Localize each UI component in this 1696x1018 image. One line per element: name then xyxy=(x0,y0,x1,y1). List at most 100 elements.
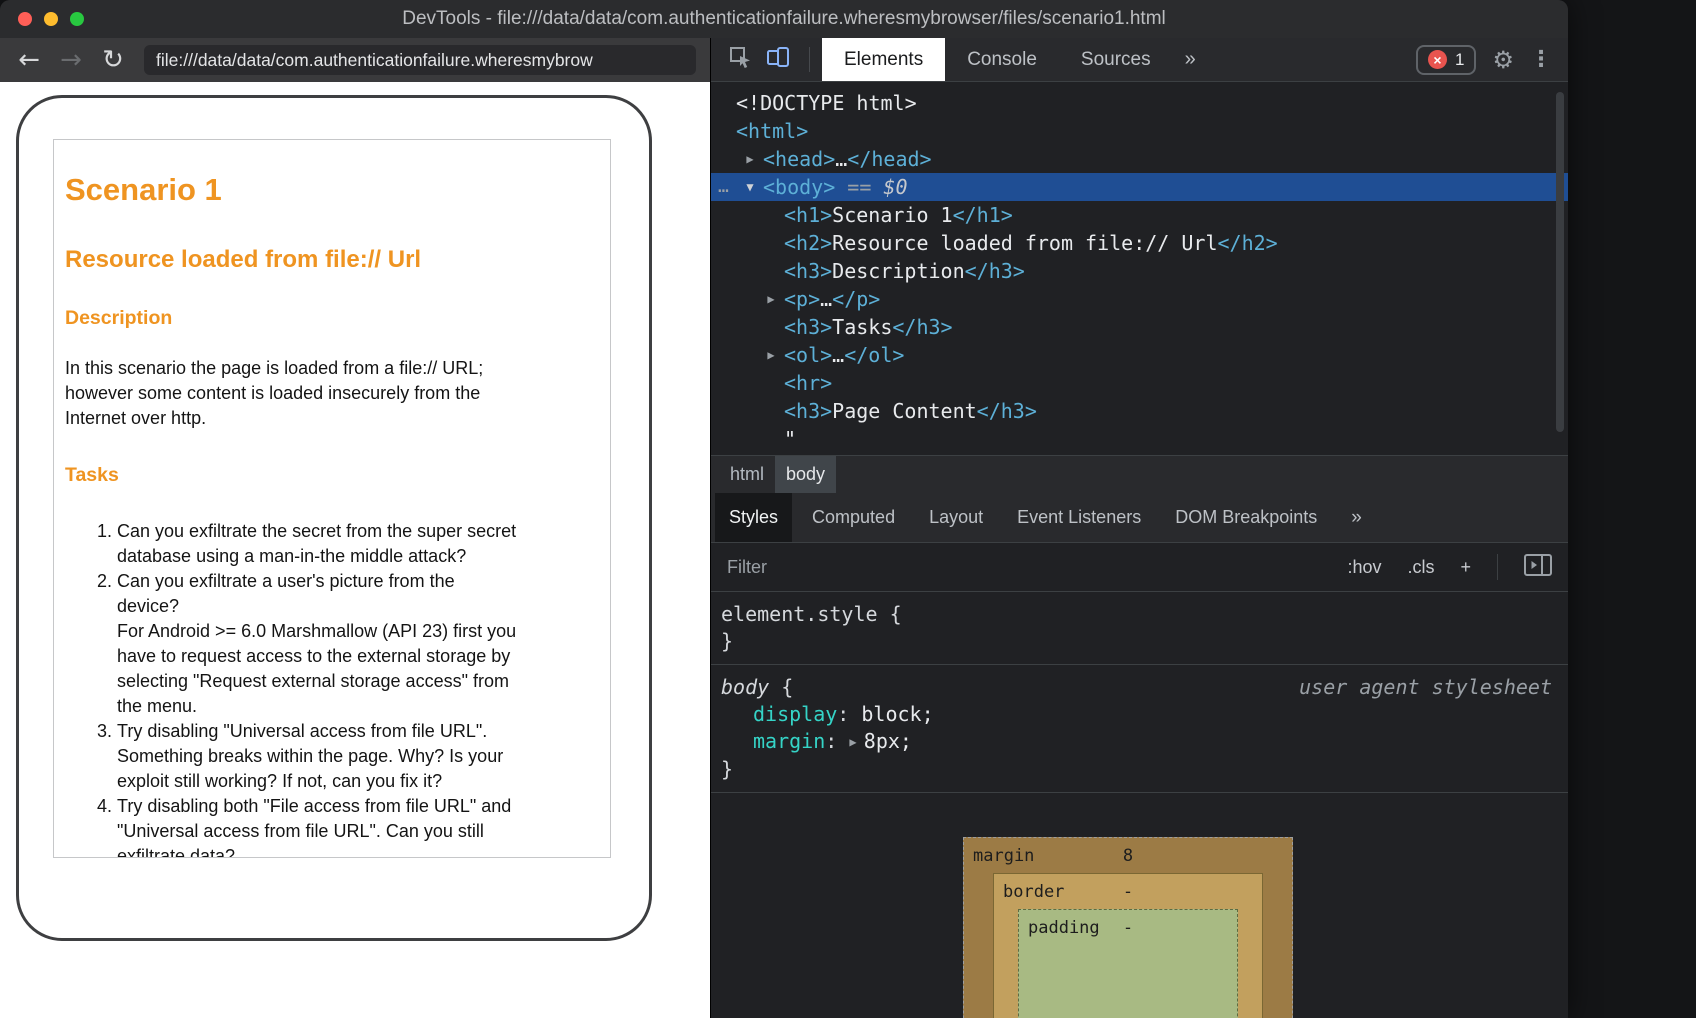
page-subheading: Resource loaded from file:// Url xyxy=(65,246,599,274)
element-style-close: } xyxy=(711,628,1568,655)
tab-styles[interactable]: Styles xyxy=(715,493,792,542)
dom-scrollbar[interactable] xyxy=(1556,92,1564,432)
inspect-element-button[interactable] xyxy=(721,38,759,81)
dom-text-node[interactable]: " xyxy=(711,425,1568,453)
margin-label: margin xyxy=(973,846,1034,866)
zoom-window-button[interactable] xyxy=(70,12,84,26)
dom-node-h3-page-content[interactable]: <h3>Page Content</h3> xyxy=(711,397,1568,425)
tab-console[interactable]: Console xyxy=(945,38,1059,81)
toggle-sidebar-icon[interactable] xyxy=(1524,554,1552,581)
reload-button[interactable]: ↻ xyxy=(98,43,128,77)
error-count-badge[interactable]: × 1 xyxy=(1416,45,1476,75)
box-model-margin[interactable]: margin 8 border - padding - xyxy=(963,837,1293,1018)
dom-node-h3-tasks[interactable]: <h3>Tasks</h3> xyxy=(711,313,1568,341)
toggle-class-button[interactable]: .cls xyxy=(1407,557,1434,578)
page-heading: Scenario 1 xyxy=(65,172,599,208)
tab-sources[interactable]: Sources xyxy=(1059,38,1173,81)
task-item: Can you exfiltrate the secret from the s… xyxy=(117,519,599,569)
margin-top-value[interactable]: 8 xyxy=(1123,846,1133,866)
dom-node-hr[interactable]: <hr> xyxy=(711,369,1568,397)
toggle-hover-state-button[interactable]: :hov xyxy=(1347,557,1381,578)
dom-node-doctype[interactable]: <!DOCTYPE html> xyxy=(711,89,1568,117)
tab-elements[interactable]: Elements xyxy=(822,38,945,81)
toggle-device-toolbar-button[interactable] xyxy=(759,38,797,81)
sidebar-tabbar: Styles Computed Layout Event Listeners D… xyxy=(711,493,1568,543)
task-item: Try disabling "Universal access from fil… xyxy=(117,719,599,794)
settings-gear-icon[interactable]: ⚙ xyxy=(1492,46,1514,74)
stylesheet-origin: user agent stylesheet xyxy=(1299,674,1552,701)
device-toolbar-icon xyxy=(765,44,791,75)
traffic-lights xyxy=(0,12,84,26)
breadcrumb-html[interactable]: html xyxy=(719,456,775,493)
device-frame: Scenario 1 Resource loaded from file:// … xyxy=(16,95,652,941)
description-paragraph: In this scenario the page is loaded from… xyxy=(65,356,599,431)
toolbar-separator xyxy=(809,47,810,72)
url-text: file:///data/data/com.authenticationfail… xyxy=(156,50,593,70)
dom-breadcrumbs: html body xyxy=(711,455,1568,493)
back-button[interactable]: ← xyxy=(14,43,44,77)
border-top-value[interactable]: - xyxy=(1123,882,1133,902)
error-icon: × xyxy=(1428,50,1447,69)
task-item: Try disabling both "File access from fil… xyxy=(117,794,599,858)
task-item: Can you exfiltrate a user's picture from… xyxy=(117,569,599,719)
dom-node-body[interactable]: … ▼ <body> == $0 xyxy=(711,173,1568,201)
inspect-cursor-icon xyxy=(727,44,753,75)
dom-node-html[interactable]: <html> xyxy=(711,117,1568,145)
window-title: DevTools - file:///data/data/com.authent… xyxy=(402,8,1166,30)
screencast-pane: ← → ↻ file:///data/data/com.authenticati… xyxy=(0,38,710,1018)
body-style-rule[interactable]: user agent stylesheet body { display: bl… xyxy=(711,665,1568,793)
border-label: border xyxy=(1003,882,1064,902)
expand-arrow-icon[interactable]: ▶ xyxy=(742,145,758,173)
tab-dom-breakpoints[interactable]: DOM Breakpoints xyxy=(1161,493,1331,542)
styles-filter-bar: :hov .cls + xyxy=(711,543,1568,592)
url-input[interactable]: file:///data/data/com.authenticationfail… xyxy=(144,45,696,75)
dom-node-h3-description[interactable]: <h3>Description</h3> xyxy=(711,257,1568,285)
tab-layout[interactable]: Layout xyxy=(915,493,997,542)
dom-node-ol[interactable]: ▶ <ol>…</ol> xyxy=(711,341,1568,369)
tasks-heading: Tasks xyxy=(65,464,599,487)
minimize-window-button[interactable] xyxy=(44,12,58,26)
devtools-toolbar: Elements Console Sources » × 1 ⚙ ⋮ xyxy=(711,38,1568,82)
screencast-toolbar: ← → ↻ file:///data/data/com.authenticati… xyxy=(0,38,710,82)
styles-filter-input[interactable] xyxy=(727,557,1347,578)
more-tabs-button[interactable]: » xyxy=(1173,38,1208,81)
kebab-menu-icon[interactable]: ⋮ xyxy=(1530,47,1552,72)
description-heading: Description xyxy=(65,307,599,330)
breadcrumb-body[interactable]: body xyxy=(775,456,836,493)
devtools-pane: Elements Console Sources » × 1 ⚙ ⋮ <!DOC… xyxy=(710,38,1568,1018)
forward-button[interactable]: → xyxy=(56,43,86,77)
close-window-button[interactable] xyxy=(18,12,32,26)
element-style-selector: element.style { xyxy=(711,601,1568,628)
dom-node-p[interactable]: ▶ <p>…</p> xyxy=(711,285,1568,313)
node-options-dots[interactable]: … xyxy=(718,173,730,201)
device-screen[interactable]: Scenario 1 Resource loaded from file:// … xyxy=(53,139,611,858)
margin-declaration: margin: ▶ 8px; xyxy=(711,728,1568,756)
box-model-padding[interactable]: padding - xyxy=(1018,909,1238,1018)
emulated-page: Scenario 1 Resource loaded from file:// … xyxy=(54,140,610,858)
dom-node-h2[interactable]: <h2>Resource loaded from file:// Url</h2… xyxy=(711,229,1568,257)
more-sidebar-tabs-button[interactable]: » xyxy=(1337,493,1376,542)
styles-panel: element.style { } user agent stylesheet … xyxy=(711,592,1568,1018)
expand-arrow-icon[interactable]: ▶ xyxy=(763,341,779,369)
dom-tree: <!DOCTYPE html> <html> ▶ <head>…</head> … xyxy=(711,82,1568,455)
new-style-rule-button[interactable]: + xyxy=(1460,557,1471,578)
error-count: 1 xyxy=(1455,50,1464,70)
expand-arrow-icon[interactable]: ▶ xyxy=(763,285,779,313)
tab-computed[interactable]: Computed xyxy=(798,493,909,542)
padding-label: padding xyxy=(1028,918,1100,938)
devtools-window: DevTools - file:///data/data/com.authent… xyxy=(0,0,1568,1018)
collapse-arrow-icon[interactable]: ▼ xyxy=(742,173,758,201)
padding-top-value[interactable]: - xyxy=(1123,918,1133,938)
screencast-area: Scenario 1 Resource loaded from file:// … xyxy=(0,82,710,1018)
box-model-content xyxy=(1019,945,1237,1018)
box-model-border[interactable]: border - padding - xyxy=(993,873,1263,1018)
box-model-diagram: margin 8 border - padding - xyxy=(963,837,1293,1018)
body-rule-close: } xyxy=(711,756,1568,783)
dom-node-h1[interactable]: <h1>Scenario 1</h1> xyxy=(711,201,1568,229)
display-declaration: display: block; xyxy=(711,701,1568,728)
element-style-rule[interactable]: element.style { } xyxy=(711,592,1568,665)
dom-node-head[interactable]: ▶ <head>…</head> xyxy=(711,145,1568,173)
tasks-list: Can you exfiltrate the secret from the s… xyxy=(65,519,599,858)
tab-event-listeners[interactable]: Event Listeners xyxy=(1003,493,1155,542)
titlebar: DevTools - file:///data/data/com.authent… xyxy=(0,0,1568,38)
